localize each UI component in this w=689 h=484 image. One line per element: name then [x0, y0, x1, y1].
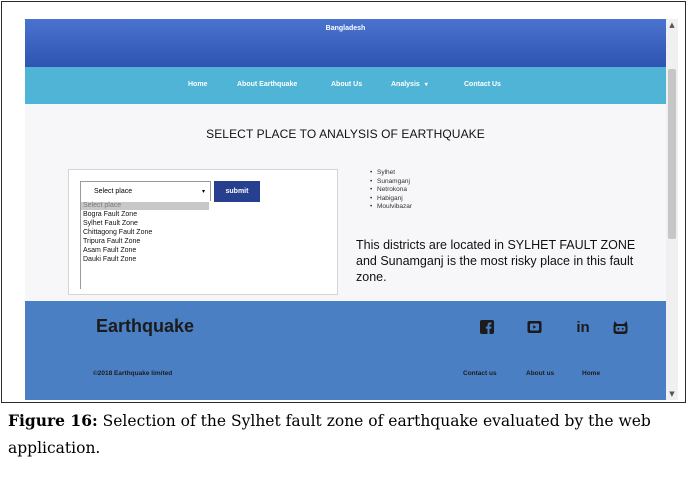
facebook-icon[interactable]: [478, 318, 496, 336]
page-heading: SELECT PLACE TO ANALYSIS OF EARTHQUAKE: [206, 127, 485, 141]
linkedin-icon[interactable]: in: [572, 318, 594, 336]
chevron-down-icon: ▾: [201, 189, 205, 195]
result-text: This districts are located in SYLHET FAU…: [356, 238, 636, 284]
scroll-down-icon[interactable]: ▼: [666, 388, 678, 400]
site-title: Bangladesh: [325, 25, 366, 32]
youtube-icon[interactable]: [525, 318, 543, 336]
github-icon[interactable]: [611, 318, 629, 336]
nav-about-earthquake[interactable]: About Earthquake: [237, 81, 297, 88]
nav-contact-us[interactable]: Contact Us: [464, 81, 501, 88]
place-form: Select place ▾ submit Select place Bogra…: [68, 169, 338, 295]
place-dropdown-list: Select place Bogra Fault Zone Sylhet Fau…: [80, 201, 211, 289]
list-item: Sylhet: [370, 169, 412, 178]
list-item: Habiganj: [370, 195, 412, 204]
footer-link-contact[interactable]: Contact us: [463, 370, 497, 377]
list-item: Sunamganj: [370, 178, 412, 187]
list-item: Moulvibazar: [370, 203, 412, 212]
scroll-up-icon[interactable]: ▲: [666, 19, 678, 31]
top-banner: Bangladesh: [25, 19, 666, 67]
option-asam[interactable]: Asam Fault Zone: [81, 247, 209, 255]
nav-analysis-label: Analysis: [391, 81, 420, 88]
footer: Earthquake in ©2018 Earthquake limited C…: [25, 301, 666, 400]
scroll-thumb[interactable]: [668, 69, 676, 239]
footer-link-about[interactable]: About us: [526, 370, 554, 377]
footer-link-home[interactable]: Home: [582, 370, 600, 377]
place-select[interactable]: Select place ▾: [80, 181, 211, 203]
vertical-scrollbar[interactable]: ▲ ▼: [666, 19, 678, 400]
submit-button[interactable]: submit: [214, 181, 260, 202]
nav-about-us[interactable]: About Us: [331, 81, 362, 88]
nav-home[interactable]: Home: [188, 81, 207, 88]
list-item: Netrokona: [370, 186, 412, 195]
nav-analysis[interactable]: Analysis ▾: [391, 81, 428, 88]
copyright-text: ©2018 Earthquake limited: [93, 370, 173, 377]
option-sylhet[interactable]: Sylhet Fault Zone: [81, 220, 209, 228]
footer-brand: Earthquake: [96, 316, 195, 336]
figure-frame: Bangladesh Home About Earthquake About U…: [1, 1, 686, 403]
option-chittagong[interactable]: Chittagong Fault Zone: [81, 229, 209, 237]
option-dauki[interactable]: Dauki Fault Zone: [81, 256, 209, 264]
option-tripura[interactable]: Tripura Fault Zone: [81, 238, 209, 246]
caption-text: Selection of the Sylhet fault zone of ea…: [8, 412, 651, 457]
option-bogra[interactable]: Bogra Fault Zone: [81, 211, 209, 219]
navbar: Home About Earthquake About Us Analysis …: [25, 67, 666, 104]
chevron-down-icon: ▾: [424, 82, 428, 88]
figure-caption: Figure 16: Selection of the Sylhet fault…: [8, 407, 683, 462]
district-list: Sylhet Sunamganj Netrokona Habiganj Moul…: [370, 169, 412, 212]
browser-viewport: Bangladesh Home About Earthquake About U…: [25, 19, 666, 400]
caption-label: Figure 16:: [8, 411, 98, 430]
select-value: Select place: [94, 188, 133, 195]
option-select-place[interactable]: Select place: [81, 202, 209, 210]
